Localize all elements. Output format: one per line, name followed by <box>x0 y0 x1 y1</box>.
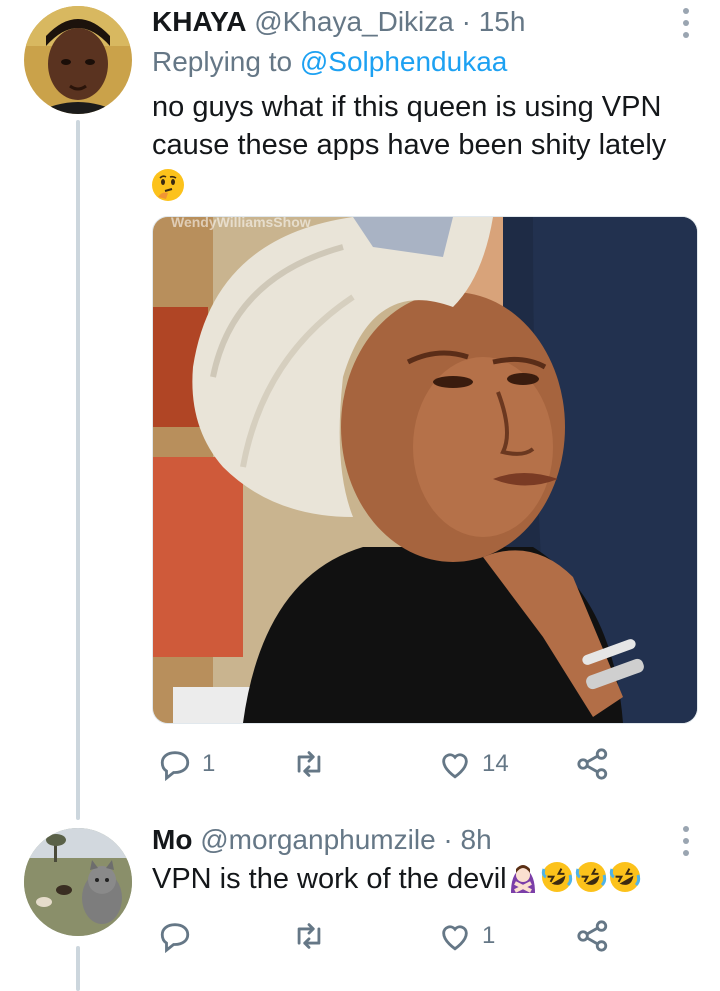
more-options-icon[interactable] <box>682 8 690 38</box>
avatar[interactable] <box>24 828 132 936</box>
timestamp[interactable]: 8h <box>461 824 492 855</box>
tweet-text-line: cause these apps have been shity lately <box>152 129 667 161</box>
retweet-icon <box>297 751 321 777</box>
heart-icon <box>442 925 468 951</box>
user-handle[interactable]: @morganphumzile <box>200 824 435 855</box>
like-button[interactable]: 14 <box>438 744 509 784</box>
more-options-icon[interactable] <box>682 826 690 856</box>
separator-dot: · <box>443 824 453 855</box>
retweet-button[interactable] <box>292 916 336 956</box>
display-name[interactable]: KHAYA <box>152 6 246 37</box>
tweet-actions: 1 14 <box>152 744 652 784</box>
reply-button[interactable] <box>158 916 202 956</box>
reply-count: 1 <box>202 750 216 777</box>
share-button[interactable] <box>576 916 610 956</box>
reply-icon <box>160 923 190 953</box>
reply-button[interactable]: 1 <box>158 744 215 784</box>
tweet-khaya: KHAYA @Khaya_Dikiza · 15h Replying to @S… <box>0 0 720 820</box>
woman-gesturing-no-icon <box>506 861 539 893</box>
share-button[interactable] <box>576 744 610 784</box>
tweet-text-line: VPN is the work of the devil <box>152 863 507 895</box>
user-handle[interactable]: @Khaya_Dikiza <box>254 6 454 37</box>
share-icon <box>577 920 608 952</box>
avatar[interactable] <box>24 6 132 114</box>
thinking-face-icon <box>152 169 184 201</box>
separator-dot: · <box>461 6 471 37</box>
tweet-text-line: no guys what if this queen is using VPN <box>152 91 662 123</box>
retweet-icon <box>297 923 321 949</box>
timestamp[interactable]: 15h <box>479 6 526 37</box>
tweet-header: Mo @morganphumzile · 8h <box>152 822 492 858</box>
tweet-actions: 1 <box>152 916 652 956</box>
retweet-button[interactable] <box>292 744 336 784</box>
tweet-header: KHAYA @Khaya_Dikiza · 15h <box>152 4 525 40</box>
heart-icon <box>442 753 468 779</box>
thread-line <box>76 946 80 991</box>
like-button[interactable]: 1 <box>438 916 495 956</box>
replying-prefix: Replying to <box>152 46 293 77</box>
like-count: 1 <box>482 922 496 949</box>
rolling-laughing-icon <box>575 861 607 893</box>
display-name[interactable]: Mo <box>152 824 192 855</box>
share-icon <box>577 748 608 780</box>
replying-mention-link[interactable]: @Solphendukaa <box>300 46 507 77</box>
tweet-mo: Mo @morganphumzile · 8h VPN is the work … <box>0 820 720 991</box>
thread-line <box>76 120 80 820</box>
like-count: 14 <box>482 750 509 777</box>
tweet-image[interactable]: WendyWilliamsShow <box>152 216 698 724</box>
tweet-text: no guys what if this queen is using VPN … <box>152 88 702 206</box>
reply-icon <box>160 751 190 781</box>
tweet-text: VPN is the work of the devil <box>152 860 702 898</box>
image-watermark: WendyWilliamsShow <box>171 217 311 230</box>
replying-to: Replying to @Solphendukaa <box>152 44 507 80</box>
rolling-laughing-icon <box>541 861 573 893</box>
rolling-laughing-icon <box>609 861 641 893</box>
